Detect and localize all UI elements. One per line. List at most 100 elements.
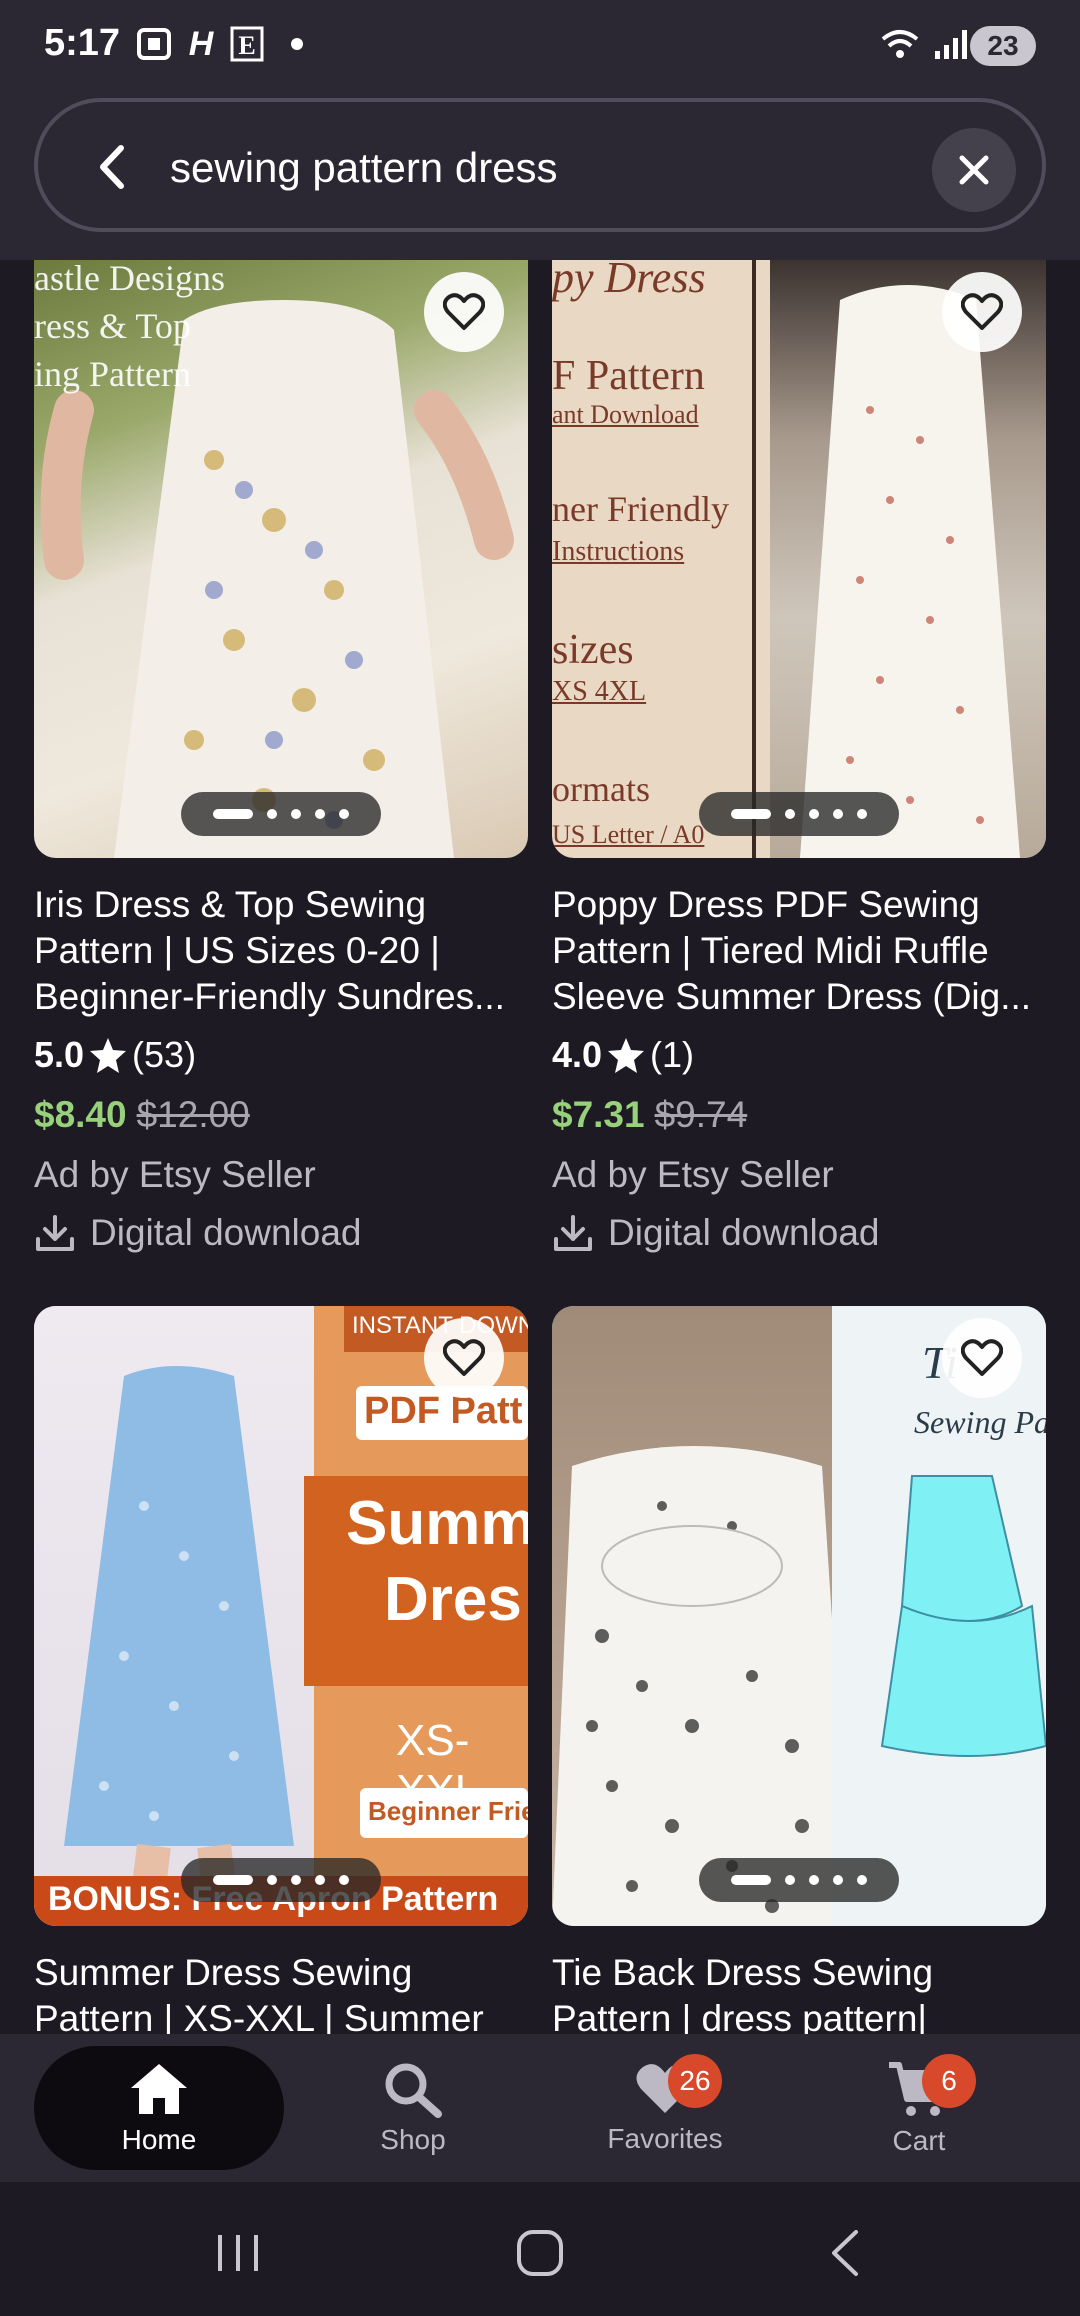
image-overlay-text: F Pattern: [552, 353, 705, 399]
favorite-button[interactable]: [942, 1318, 1022, 1398]
star-icon: [90, 1038, 127, 1073]
product-rating: 5.0 (53): [34, 1034, 528, 1076]
product-title[interactable]: Tie Back Dress Sewing Pattern | dress pa…: [552, 1950, 1046, 2042]
close-icon: [959, 155, 989, 185]
image-overlay-text: sizes: [552, 627, 634, 673]
ad-label: Ad by Etsy Seller: [552, 1154, 834, 1195]
sale-price: $8.40: [34, 1094, 127, 1135]
image-carousel-dots: [699, 792, 899, 836]
svg-text:E: E: [238, 31, 255, 60]
rating-value: 5.0: [34, 1034, 85, 1075]
back-chevron-icon: [832, 2230, 858, 2276]
image-overlay-text: astle Designs: [34, 260, 225, 298]
product-card[interactable]: astle Designs ress & Top ing Pattern Iri…: [34, 260, 528, 1254]
screenshot-icon: [134, 26, 174, 62]
product-title[interactable]: Summer Dress Sewing Pattern | XS-XXL | S…: [34, 1950, 528, 2042]
signal-icon: [932, 26, 972, 62]
bottom-navigation: Home Shop Favorites 26 Cart 6: [0, 2034, 1080, 2182]
chevron-left-icon: [100, 145, 124, 189]
product-image[interactable]: Ti Sewing Pa: [552, 1306, 1046, 1926]
wifi-icon: [878, 26, 922, 62]
nav-favorites[interactable]: Favorites 26: [540, 2046, 790, 2170]
image-overlay-text: ing Pattern: [34, 354, 191, 394]
search-header: sewing pattern dress: [0, 92, 1080, 260]
download-text: Digital download: [608, 1212, 880, 1253]
recent-apps-button[interactable]: [198, 2218, 278, 2288]
original-price: $9.74: [654, 1094, 748, 1135]
product-title[interactable]: Poppy Dress PDF Sewing Pattern | Tiered …: [552, 882, 1046, 1020]
sale-price: $7.31: [552, 1094, 645, 1135]
nav-shop[interactable]: Shop: [288, 2046, 538, 2170]
product-image[interactable]: py Dress F Pattern ant Download ner Frie…: [552, 260, 1046, 858]
search-bar[interactable]: sewing pattern dress: [34, 98, 1046, 232]
ad-label: Ad by Etsy Seller: [34, 1154, 316, 1195]
battery-indicator: 23: [970, 26, 1036, 66]
nav-label: Favorites: [607, 2123, 723, 2154]
e-app-icon: E: [228, 26, 266, 62]
image-carousel-dots: [181, 1858, 381, 1902]
digital-download-label: Digital download: [552, 1212, 1046, 1254]
image-overlay-text: US Letter / A0: [552, 820, 705, 849]
original-price: $12.00: [136, 1094, 250, 1135]
heart-icon: [961, 293, 1003, 330]
image-overlay-text: XS 4XL: [552, 676, 647, 707]
price-row: $7.31 $9.74: [552, 1094, 1046, 1136]
status-time: 5:17: [44, 22, 121, 64]
favorite-button[interactable]: [424, 1318, 504, 1398]
product-image[interactable]: astle Designs ress & Top ing Pattern: [34, 260, 528, 858]
heart-icon: [443, 1339, 485, 1376]
favorite-button[interactable]: [942, 272, 1022, 352]
image-carousel-dots: [181, 792, 381, 836]
image-carousel-dots: [699, 1858, 899, 1902]
clear-search-button[interactable]: [932, 128, 1016, 212]
system-navigation-bar: [0, 2182, 1080, 2316]
image-overlay-text: Beginner Frie: [368, 1796, 528, 1826]
nav-home[interactable]: Home: [34, 2046, 284, 2170]
cart-count-badge: 6: [922, 2054, 976, 2108]
image-overlay-text: ner Friendly: [552, 489, 729, 529]
recent-apps-icon: [218, 2235, 258, 2271]
product-card[interactable]: INSTANT DOWNL PDF Patt Summ Dres XS-XXL …: [34, 1306, 528, 2042]
back-nav-button[interactable]: [806, 2218, 886, 2288]
image-overlay-text: PDF Patt: [364, 1390, 523, 1432]
star-icon: [608, 1038, 645, 1073]
price-row: $8.40 $12.00: [34, 1094, 528, 1136]
product-card[interactable]: py Dress F Pattern ant Download ner Frie…: [552, 260, 1046, 1254]
back-button[interactable]: [78, 132, 148, 202]
nav-cart[interactable]: Cart 6: [794, 2046, 1044, 2170]
nav-label: Home: [121, 2124, 197, 2155]
review-count: (1): [650, 1034, 695, 1075]
image-overlay-text: ress & Top: [34, 306, 191, 346]
image-overlay-text: ormats: [552, 769, 650, 809]
h-app-icon: H: [188, 24, 214, 63]
product-rating: 4.0 (1): [552, 1034, 1046, 1076]
search-input[interactable]: sewing pattern dress: [170, 144, 558, 192]
nav-label: Shop: [380, 2124, 446, 2155]
heart-icon: [443, 293, 485, 330]
product-card[interactable]: Ti Sewing Pa Tie Back Dress Sewing Patte…: [552, 1306, 1046, 2042]
product-title[interactable]: Iris Dress & Top Sewing Pattern | US Siz…: [34, 882, 528, 1020]
nav-label: Cart: [892, 2125, 946, 2156]
favorite-button[interactable]: [424, 272, 504, 352]
favorites-count-badge: 26: [668, 2054, 722, 2108]
download-icon: [36, 1215, 74, 1251]
product-image[interactable]: INSTANT DOWNL PDF Patt Summ Dres XS-XXL …: [34, 1306, 528, 1926]
digital-download-label: Digital download: [34, 1212, 528, 1254]
image-overlay-text: Dres: [384, 1565, 522, 1634]
status-bar: 5:17 H E 23: [0, 0, 1080, 92]
download-text: Digital download: [90, 1212, 362, 1253]
image-overlay-text: Instructions: [552, 536, 685, 567]
rating-value: 4.0: [552, 1034, 603, 1075]
image-overlay-text: ant Download: [552, 400, 699, 429]
image-overlay-text: py Dress: [552, 260, 706, 302]
dot-icon: [288, 26, 306, 62]
heart-icon: [961, 1339, 1003, 1376]
image-overlay-text: Summ: [346, 1489, 528, 1558]
review-count: (53): [132, 1034, 197, 1075]
home-circle-icon: [517, 2230, 563, 2276]
image-overlay-text: Sewing Pa: [914, 1404, 1046, 1440]
home-button[interactable]: [500, 2218, 580, 2288]
search-icon: [385, 2063, 442, 2118]
download-icon: [554, 1215, 592, 1251]
home-icon: [131, 2064, 187, 2114]
